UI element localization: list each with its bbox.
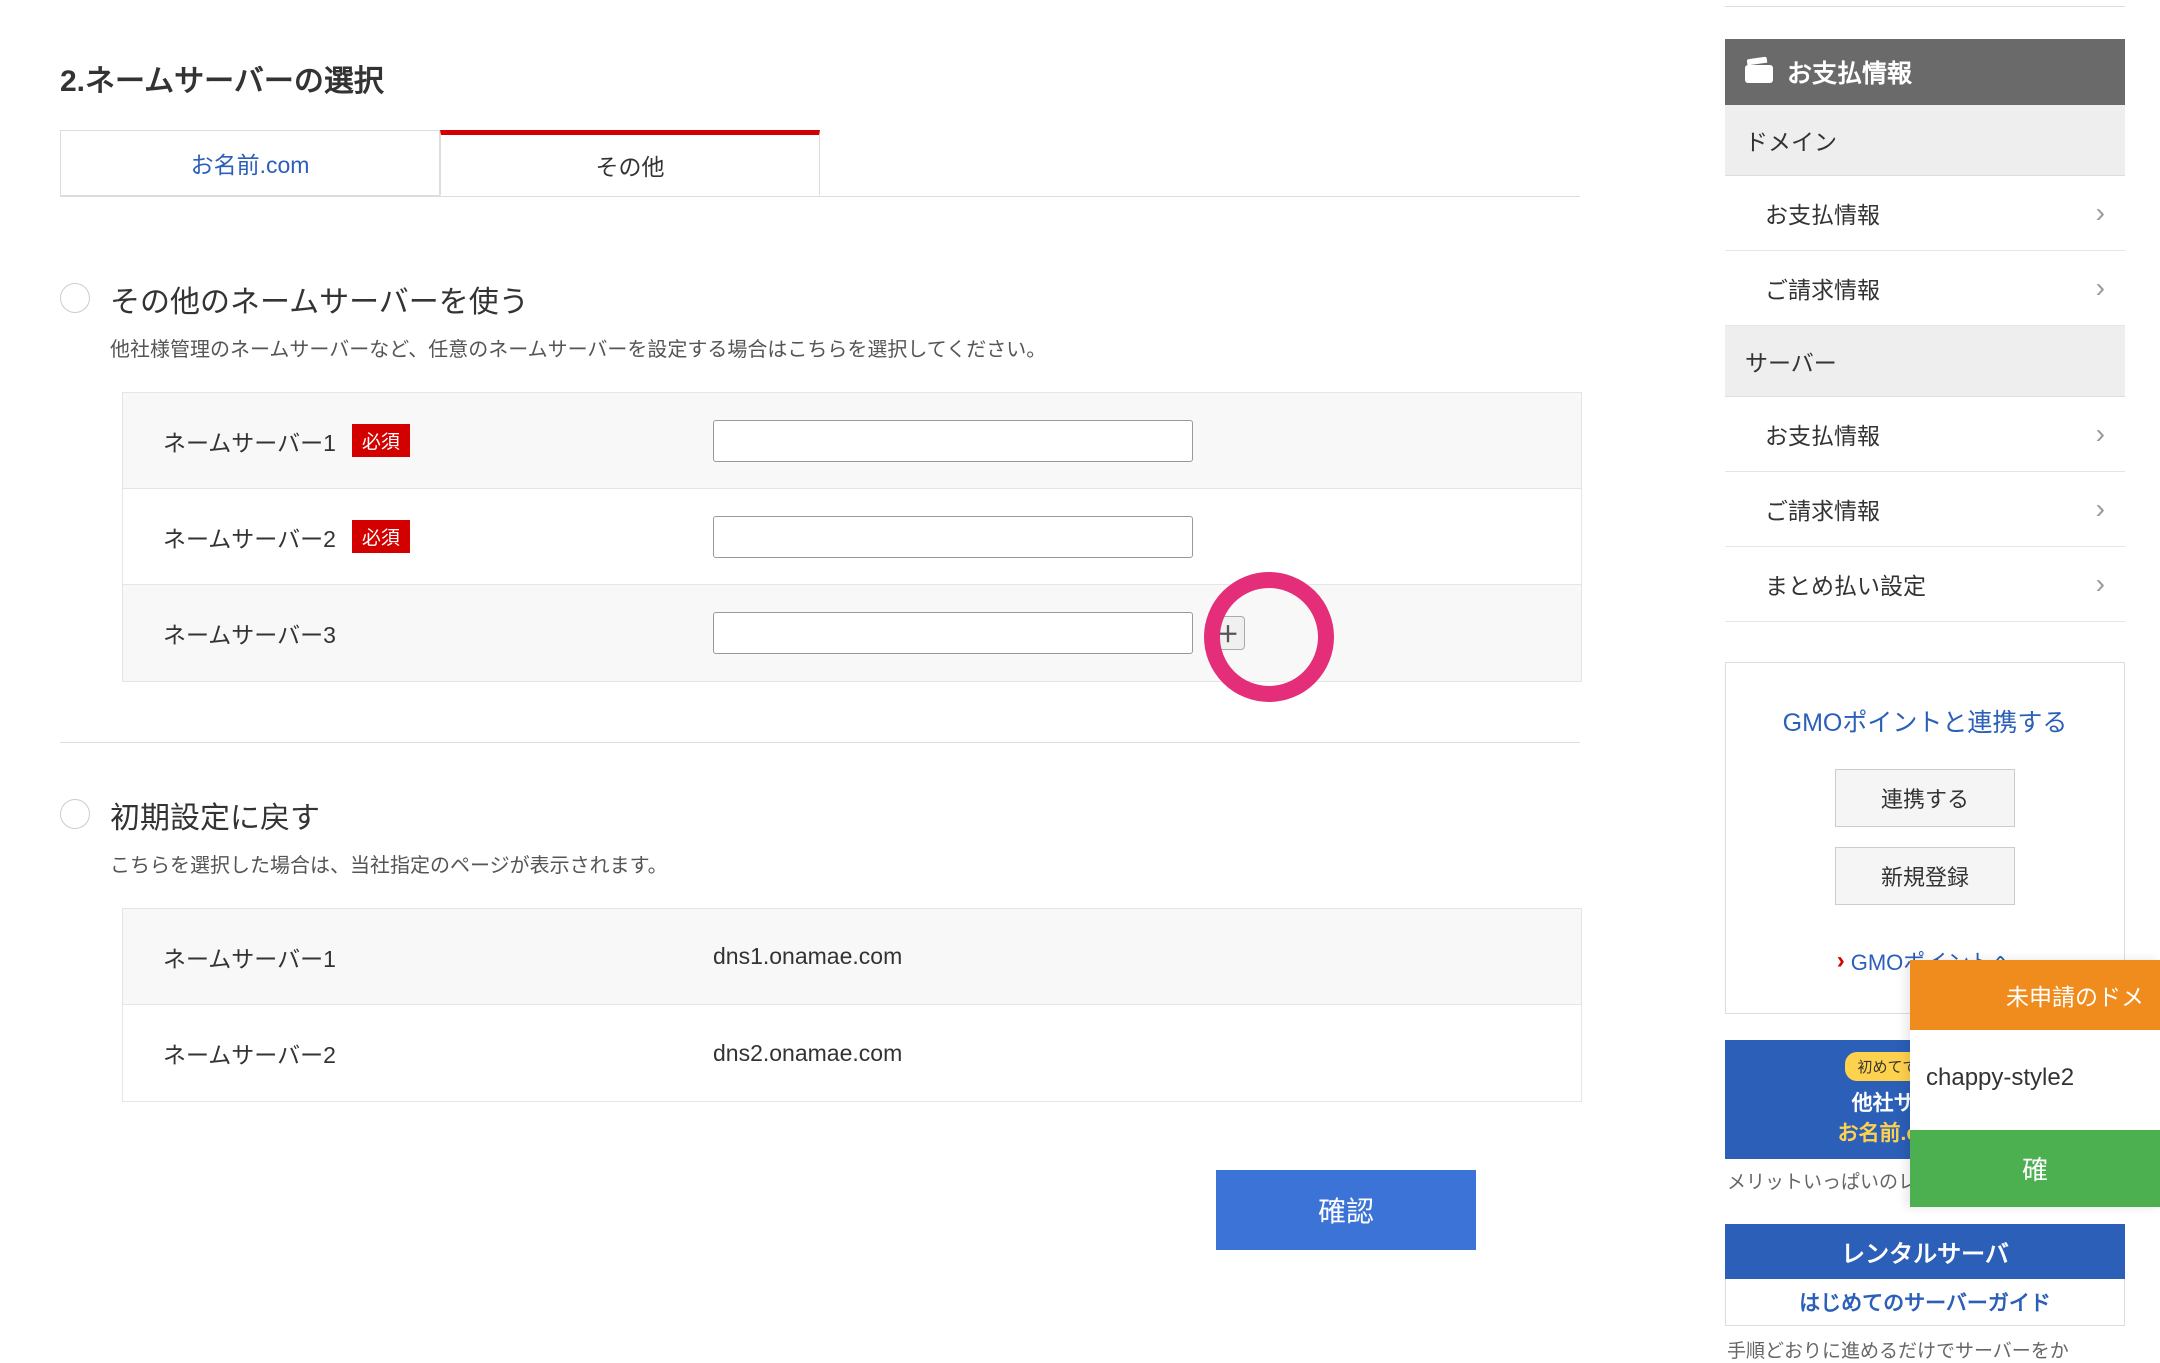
required-badge: 必須 — [352, 424, 410, 457]
tab-other[interactable]: その他 — [440, 130, 820, 196]
ns-row-1: ネームサーバー1 必須 — [123, 393, 1581, 489]
chevron-right-icon: › — [2096, 568, 2105, 600]
ns1-label: ネームサーバー1 — [163, 424, 336, 458]
default-ns-row-2: ネームサーバー2 dns2.onamae.com — [123, 1005, 1581, 1101]
radio-other-ns[interactable] — [60, 283, 90, 313]
sidebar-item-label: ご請求情報 — [1765, 492, 1880, 526]
ns3-label: ネームサーバー3 — [163, 616, 336, 650]
ns-row-2: ネームサーバー2 必須 — [123, 489, 1581, 585]
sidebar-category-server: サーバー — [1725, 326, 2125, 397]
chevron-right-icon: › — [2096, 418, 2105, 450]
sidebar-item-server-payment[interactable]: お支払情報 › — [1725, 397, 2125, 472]
sidebar-item-label: お支払情報 — [1765, 417, 1880, 451]
chevron-right-icon: › — [2096, 197, 2105, 229]
default-ns1-label: ネームサーバー1 — [163, 940, 336, 974]
sidebar-item-domain-billing[interactable]: ご請求情報 › — [1725, 251, 2125, 326]
option2-desc: こちらを選択した場合は、当社指定のページが表示されます。 — [110, 849, 668, 878]
gmo-title: GMOポイントと連携する — [1776, 703, 2074, 739]
ns3-input[interactable] — [713, 612, 1193, 654]
option1-desc: 他社様管理のネームサーバーなど、任意のネームサーバーを設定する場合はこちらを選択… — [110, 333, 1046, 362]
gmo-link-button[interactable]: 連携する — [1835, 769, 2015, 827]
wallet-icon — [1745, 61, 1773, 83]
option1-title: その他のネームサーバーを使う — [110, 277, 1046, 321]
promo2-desc: 手順どおりに進めるだけでサーバーをか — [1725, 1326, 2125, 1363]
ns2-label: ネームサーバー2 — [163, 520, 336, 554]
chevron-right-icon: › — [2096, 493, 2105, 525]
section-title: 2.ネームサーバーの選択 — [60, 56, 1580, 100]
sidebar-item-label: ご請求情報 — [1765, 271, 1880, 305]
option-other-nameserver: その他のネームサーバーを使う 他社様管理のネームサーバーなど、任意のネームサーバ… — [60, 277, 1580, 682]
floating-cart-panel: 未申請のドメ chappy-style2 確 — [1910, 960, 2160, 1207]
sidebar-header-label: お支払情報 — [1787, 54, 1912, 90]
sidebar-item-bulk-payment[interactable]: まとめ払い設定 › — [1725, 547, 2125, 622]
promo-rental-server[interactable]: レンタルサーバ はじめてのサーバーガイド 手順どおりに進めるだけでサーバーをか — [1725, 1224, 2125, 1363]
sidebar-item-server-billing[interactable]: ご請求情報 › — [1725, 472, 2125, 547]
sidebar-item-label: お支払情報 — [1765, 196, 1880, 230]
chevron-right-icon: › — [2096, 272, 2105, 304]
option-reset-default: 初期設定に戻す こちらを選択した場合は、当社指定のページが表示されます。 ネーム… — [60, 742, 1580, 1102]
add-nameserver-button[interactable]: ＋ — [1211, 616, 1245, 650]
float-confirm-button[interactable]: 確 — [1910, 1130, 2160, 1207]
default-ns-row-1: ネームサーバー1 dns1.onamae.com — [123, 909, 1581, 1005]
float-domain-name: chappy-style2 — [1910, 1030, 2160, 1126]
confirm-button[interactable]: 確認 — [1216, 1170, 1476, 1250]
gmo-register-button[interactable]: 新規登録 — [1835, 847, 2015, 905]
sidebar-category-domain: ドメイン — [1725, 105, 2125, 176]
sidebar-item-label: まとめ払い設定 — [1765, 567, 1926, 601]
required-badge: 必須 — [352, 520, 410, 553]
tabs: お名前.com その他 — [60, 130, 1580, 197]
option2-title: 初期設定に戻す — [110, 793, 668, 837]
promo2-subtitle: はじめてのサーバーガイド — [1725, 1279, 2125, 1326]
sidebar-item-domain-payment[interactable]: お支払情報 › — [1725, 176, 2125, 251]
tab-onamae[interactable]: お名前.com — [60, 130, 440, 196]
nameserver-form-table: ネームサーバー1 必須 ネームサーバー2 必須 ネームサーバー3 — [122, 392, 1582, 682]
ns2-input[interactable] — [713, 516, 1193, 558]
sidebar-header-payment: お支払情報 — [1725, 39, 2125, 105]
promo2-title: レンタルサーバ — [1725, 1224, 2125, 1279]
ns1-input[interactable] — [713, 420, 1193, 462]
default-ns-table: ネームサーバー1 dns1.onamae.com ネームサーバー2 dns2.o… — [122, 908, 1582, 1102]
default-ns1-value: dns1.onamae.com — [693, 943, 1581, 970]
default-ns2-value: dns2.onamae.com — [693, 1040, 1581, 1067]
radio-reset[interactable] — [60, 799, 90, 829]
ns-row-3: ネームサーバー3 ＋ — [123, 585, 1581, 681]
default-ns2-label: ネームサーバー2 — [163, 1036, 336, 1070]
float-header: 未申請のドメ — [1910, 960, 2160, 1030]
